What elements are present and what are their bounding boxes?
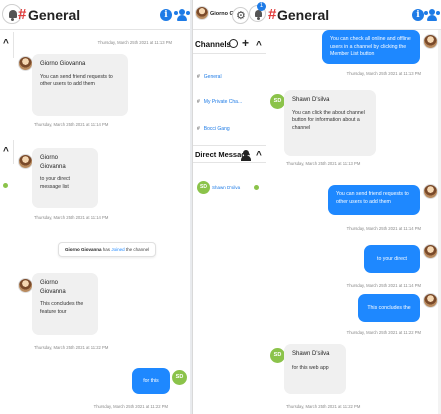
avatar[interactable] [18,278,33,293]
message-bubble-own: This concludes the feature tour [358,294,420,329]
sidebar-panel: Giorno Gio... ⚙ 1 Channels + ^ # General … [192,0,266,414]
timestamp: Thursday, March 25th 2021 at 11:14 PM [34,122,109,127]
dm-item[interactable]: SD Shawn D'silva [197,181,263,197]
channels-header: Channels + ^ [193,36,266,54]
avatar[interactable] [423,293,438,308]
channel-title: General [277,7,330,23]
channel-header: # General i [266,0,441,30]
message-text: to your direct message list [40,176,70,190]
settings-icon: ⚙ [236,10,246,22]
compass-icon[interactable] [229,39,238,48]
message-bubble: Shawn D'silva You can click the about ch… [284,90,376,156]
avatar[interactable] [195,6,209,20]
system-user: Giorno Giovanna [65,247,102,252]
timestamp: Thursday, March 25th 2021 at 11:14 PM [34,215,109,220]
message-sender: Shawn D'silva [292,97,330,103]
message-bubble: Giorno Giovanna to your direct message l… [32,148,98,208]
message-sender: Giorno Giovanna [40,280,66,295]
avatar[interactable] [423,184,438,199]
chevron-up-icon[interactable]: ^ [256,40,262,51]
message-bubble-own: for this web app [132,368,170,400]
message-sender: Giorno Giovanna [40,61,86,67]
notification-count: 1 [257,2,266,11]
sidebar: Giorno Gio... ⚙ 1 Channels + ^ # General … [193,0,266,414]
channel-hash: # [18,6,27,23]
channel-title: General [28,7,81,23]
avatar[interactable] [18,56,33,71]
timestamp: Thursday, March 25th 2021 at 11:14 PM [346,283,421,288]
message-bubble: Shawn D'silva for this web app [284,344,346,394]
sidebar-item-bocci-gang[interactable]: # Bocci Gang [197,126,230,132]
timestamp: Thursday, March 25th 2021 at 11:13 PM [346,71,421,76]
message-text: This concludes the feature tour [367,305,411,329]
chat-panel-right: # General i You can check all online and… [266,0,441,414]
message-bubble-own: to your direct message list [364,245,420,280]
message-text: You can click the about channel button f… [292,109,365,131]
avatar: SD [197,181,210,194]
system-message: Giorno Giovanna has Joined the channel [58,242,157,257]
message-bubble-own: You can check all online and offline use… [322,30,420,64]
sidebar-item-general[interactable]: # General [197,74,222,80]
message-bubble-own: You can send friend requests to other us… [328,185,420,215]
timestamp: Thursday, March 25th 2021 at 11:22 PM [346,330,421,335]
message-text: for this web app [292,364,329,371]
dm-label: Shawn D'silva [212,185,241,190]
avatar[interactable] [423,34,438,49]
timestamp: Thursday, March 25th 2021 at 11:22 PM [93,404,168,409]
message-text: You can send friend requests to other us… [336,191,409,205]
message-text: to your direct message list [377,256,407,280]
info-icon[interactable]: i [412,9,424,21]
add-icon[interactable]: + [242,36,249,50]
users-icon[interactable] [174,9,190,21]
settings-button[interactable]: ⚙ [232,7,249,24]
channel-header: # General i [0,0,190,30]
message-bubble: Giorno Giovanna This concludes the featu… [32,273,98,335]
message-bubble: Giorno Giovanna You can send friend requ… [32,54,128,116]
message-text: You can check all online and offline use… [330,36,411,58]
channels-title: Channels [195,40,232,49]
users-icon[interactable] [424,9,440,21]
bell-icon [9,10,17,18]
timestamp: Thursday, March 25th 2021 at 11:13 PM [97,40,172,45]
message-text: You can send friend requests to other us… [40,73,113,88]
bell-icon [255,10,262,17]
message-list: You can check all online and offline use… [266,30,441,414]
timestamp: Thursday, March 25th 2021 at 11:13 PM [286,161,361,166]
info-icon[interactable]: i [160,9,172,21]
online-status-dot [254,185,259,190]
avatar[interactable]: SD [270,348,285,363]
avatar[interactable]: SD [270,94,285,109]
avatar[interactable] [423,244,438,259]
channel-hash: # [268,6,277,23]
avatar[interactable] [18,154,33,169]
timestamp: Thursday, March 25th 2021 at 11:14 PM [346,226,421,231]
message-sender: Giorno Giovanna [40,155,66,170]
message-text: for this web app [141,378,161,400]
message-sender: Shawn D'silva [292,351,330,357]
timestamp: Thursday, March 25th 2021 at 11:22 PM [34,345,109,350]
sidebar-item-my-private-channel[interactable]: # My Private Cha... [197,99,242,105]
message-list: Thursday, March 25th 2021 at 11:13 PM Gi… [0,30,190,414]
workspace-header: Giorno Gio... ⚙ 1 [193,0,266,30]
timestamp: Thursday, March 25th 2021 at 11:22 PM [286,404,361,409]
chevron-up-icon[interactable]: ^ [256,150,262,161]
message-text: This concludes the feature tour [40,301,84,315]
avatar[interactable]: SD [172,370,187,385]
dm-header: Direct Message ^ [193,145,266,163]
chat-panel-left: # General i ^ ^ Thursday, March 25th 202… [0,0,190,414]
